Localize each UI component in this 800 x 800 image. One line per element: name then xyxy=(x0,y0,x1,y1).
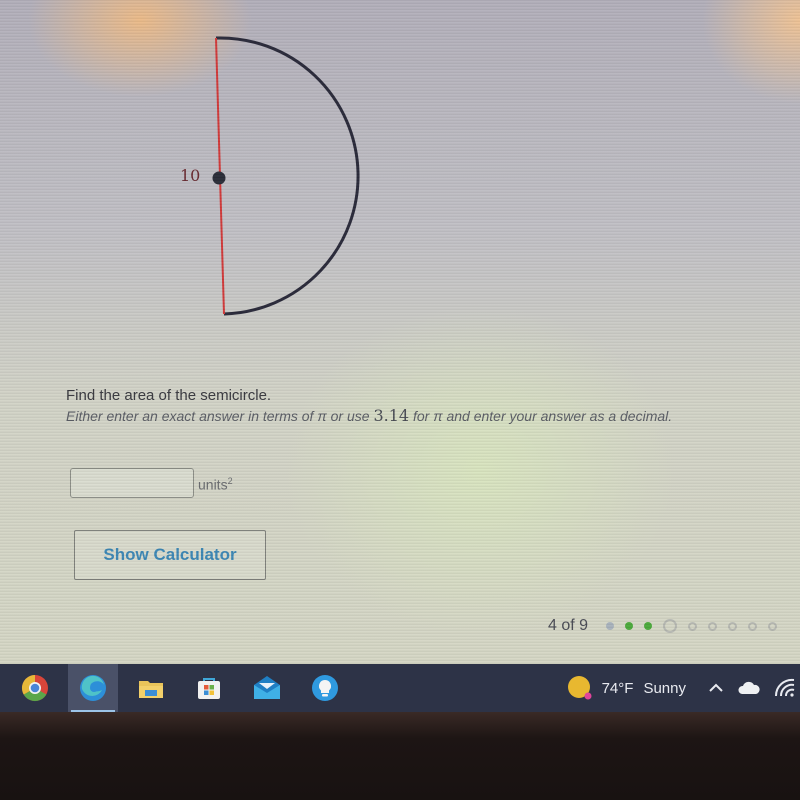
edge-icon xyxy=(80,675,106,701)
weather-condition: Sunny xyxy=(643,679,686,697)
browser-page: 10 Find the area of the semicircle. Eith… xyxy=(0,0,800,664)
taskbar-file-explorer[interactable] xyxy=(126,664,176,712)
sun-weather-icon xyxy=(567,676,592,700)
pi-symbol: π xyxy=(433,408,443,424)
taskbar-mail[interactable] xyxy=(242,664,292,712)
units-text: units xyxy=(198,476,228,493)
weather-widget[interactable]: 74°F Sunny xyxy=(566,674,708,702)
answer-input[interactable] xyxy=(70,468,194,498)
mail-icon xyxy=(254,676,280,699)
tips-icon xyxy=(312,675,338,701)
instruction-text: or use xyxy=(326,408,374,424)
units-label: units2 xyxy=(198,476,233,493)
question-prompt: Find the area of the semicircle. Either … xyxy=(66,386,796,426)
progress-dot-4-current[interactable] xyxy=(663,619,678,633)
instruction-text: for xyxy=(409,408,434,424)
instruction-text: Either enter an exact answer in terms of xyxy=(66,408,318,424)
pi-symbol: π xyxy=(317,408,327,424)
progress-dot-1-complete-gray[interactable] xyxy=(606,622,615,630)
windows-taskbar: 74°F Sunny xyxy=(0,664,800,712)
center-point xyxy=(212,171,226,185)
system-tray: 74°F Sunny xyxy=(566,664,800,712)
answer-row: units2 xyxy=(70,468,233,498)
wifi-icon[interactable] xyxy=(774,678,796,698)
question-title: Find the area of the semicircle. xyxy=(66,387,272,404)
show-calculator-button[interactable]: Show Calculator xyxy=(74,530,266,580)
units-exponent: 2 xyxy=(227,476,233,486)
taskbar-edge[interactable] xyxy=(68,664,118,712)
progress-dot-5-upcoming[interactable] xyxy=(688,621,698,631)
semicircle-figure: 10 xyxy=(0,0,800,340)
instruction-text: and enter your answer as a decimal. xyxy=(442,408,673,424)
chevron-up-icon[interactable] xyxy=(708,683,724,693)
taskbar-chrome[interactable] xyxy=(10,664,60,712)
progress-text: 4 of 9 xyxy=(548,617,589,634)
weather-temperature: 74°F xyxy=(601,679,634,697)
progress-dot-2-correct[interactable] xyxy=(625,622,634,630)
file-explorer-icon xyxy=(139,681,163,698)
diameter-label: 10 xyxy=(180,166,201,185)
semicircle-arc xyxy=(215,36,360,316)
question-instructions: Either enter an exact answer in terms of… xyxy=(66,406,796,426)
progress-dot-3-correct[interactable] xyxy=(644,622,653,630)
chrome-icon xyxy=(21,674,48,702)
pi-value: 3.14 xyxy=(373,406,410,425)
progress-dot-9-upcoming[interactable] xyxy=(768,621,778,631)
progress-indicator: 4 of 9 xyxy=(548,617,788,635)
taskbar-store[interactable] xyxy=(184,664,234,712)
onedrive-cloud-icon[interactable] xyxy=(738,681,760,695)
progress-dots xyxy=(606,619,788,633)
progress-dot-8-upcoming[interactable] xyxy=(748,621,758,631)
semicircle-diagram xyxy=(212,36,360,316)
progress-dot-6-upcoming[interactable] xyxy=(708,621,718,631)
microsoft-store-icon xyxy=(198,678,220,699)
monitor-bezel xyxy=(0,712,800,800)
progress-dot-7-upcoming[interactable] xyxy=(728,621,738,631)
taskbar-tips[interactable] xyxy=(300,664,350,712)
